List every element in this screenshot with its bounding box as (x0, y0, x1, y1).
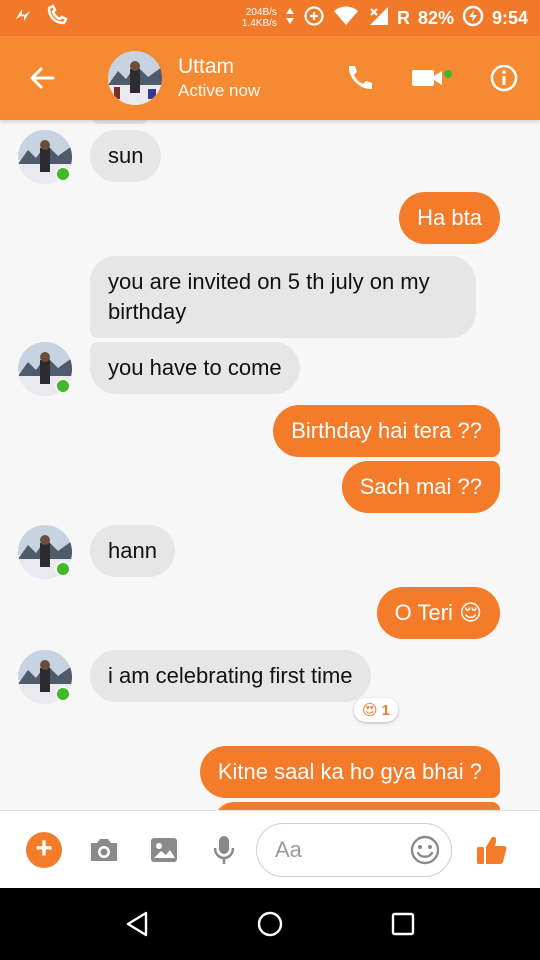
outgoing-message[interactable]: O Teri 😌 (376, 587, 500, 639)
battery-percent: 82% (417, 7, 454, 28)
battery-saver-icon (462, 5, 484, 32)
partial-message-bubble (214, 802, 500, 810)
online-indicator (55, 378, 71, 394)
home-circle-icon (257, 911, 283, 937)
message-text: O Teri (394, 600, 453, 625)
contact-name[interactable]: Uttam (178, 54, 260, 80)
recents-square-icon (392, 912, 415, 936)
incoming-message[interactable]: sun (90, 130, 162, 182)
nav-home-button[interactable] (240, 894, 300, 954)
incoming-message[interactable]: i am celebrating first time (90, 650, 371, 702)
video-call-button[interactable] (396, 36, 468, 120)
message-reaction[interactable]: 😍 1 (354, 698, 398, 722)
heart-eyes-emoji: 😍 (362, 702, 378, 719)
speed-down: 204B/s (245, 7, 277, 18)
message-input[interactable] (275, 836, 405, 863)
plus-icon: + (26, 831, 62, 868)
voice-call-button[interactable] (324, 36, 396, 120)
nav-back-button[interactable] (107, 894, 167, 954)
image-icon (151, 837, 177, 862)
microphone-icon (213, 835, 235, 864)
back-button[interactable] (0, 36, 84, 120)
outgoing-message[interactable]: Birthday hai tera ?? (273, 405, 500, 457)
speed-up: 1.4KB/s (241, 18, 277, 29)
reaction-count: 1 (381, 701, 390, 719)
video-camera-icon (412, 70, 452, 86)
contact-avatar[interactable] (108, 51, 162, 105)
camera-button[interactable] (74, 811, 134, 889)
outgoing-message[interactable]: Ha bta (399, 192, 500, 244)
camera-icon (91, 838, 117, 861)
relieved-face-emoji: 😌 (459, 600, 482, 625)
like-button[interactable] (462, 811, 522, 889)
avatar-photo (108, 51, 162, 105)
conversation-info-button[interactable] (468, 36, 540, 120)
message-list[interactable]: sun Ha bta you are invited on 5 th july … (0, 120, 540, 810)
contact-active-status: Active now (178, 81, 261, 100)
network-speed: 204B/s 1.4KB/s (242, 7, 277, 29)
signal-icon (367, 6, 389, 31)
more-actions-button[interactable]: + (14, 811, 74, 889)
phone-icon (348, 66, 372, 90)
missed-call-icon (46, 4, 70, 32)
system-navigation-bar (0, 888, 540, 960)
status-bar: 204B/s 1.4KB/s R 82% 9:54 (0, 0, 540, 36)
thumbs-up-icon (477, 836, 507, 864)
emoji-smiley-icon (410, 835, 440, 864)
message-composer: + (0, 810, 540, 888)
clock: 9:54 (491, 7, 528, 28)
partial-message-bubble (90, 120, 150, 124)
conversation-header: Uttam Active now (0, 36, 540, 120)
incoming-message[interactable]: you are invited on 5 th july on my birth… (90, 256, 476, 338)
data-saver-icon (303, 5, 325, 32)
message-input-container (256, 822, 452, 877)
voice-message-button[interactable] (194, 811, 254, 889)
online-indicator (55, 686, 71, 702)
carrier-label: R (396, 7, 410, 28)
nav-recents-button[interactable] (373, 894, 433, 954)
info-icon (490, 64, 518, 92)
online-indicator (55, 561, 71, 577)
back-arrow-icon (30, 67, 55, 89)
back-triangle-icon (126, 911, 147, 937)
incoming-message[interactable]: hann (90, 525, 175, 577)
app-notification-icon (12, 5, 34, 31)
emoji-button[interactable] (409, 834, 441, 866)
outgoing-message[interactable]: Sach mai ?? (341, 461, 500, 513)
wifi-icon (333, 6, 359, 31)
online-indicator (55, 166, 71, 182)
data-arrows-icon (285, 7, 295, 30)
outgoing-message[interactable]: Kitne saal ka ho gya bhai ? (199, 746, 500, 798)
gallery-button[interactable] (134, 811, 194, 889)
incoming-message[interactable]: you have to come (90, 342, 300, 394)
